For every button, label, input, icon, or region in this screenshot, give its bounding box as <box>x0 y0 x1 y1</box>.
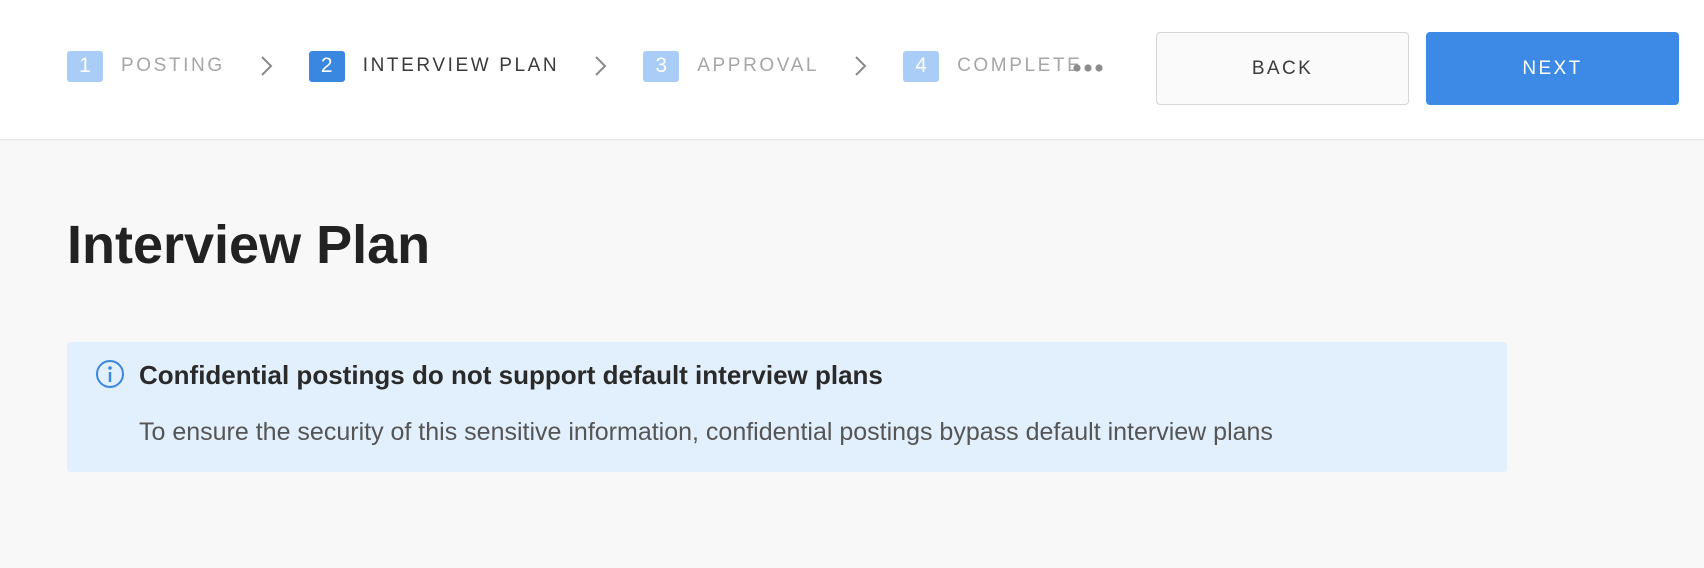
stepper: 1 POSTING 2 INTERVIEW PLAN 3 APPROVAL 4 … <box>67 50 1082 82</box>
step-label: APPROVAL <box>697 55 820 76</box>
chevron-right-icon <box>844 50 878 82</box>
step-label: POSTING <box>121 55 225 76</box>
banner-message: To ensure the security of this sensitive… <box>139 418 1273 446</box>
chevron-right-icon <box>584 50 618 82</box>
step-interview-plan[interactable]: 2 INTERVIEW PLAN <box>308 50 560 82</box>
step-approval[interactable]: 3 APPROVAL <box>643 50 820 82</box>
page-title: Interview Plan <box>67 215 431 275</box>
step-complete[interactable]: 4 COMPLETE <box>903 50 1083 82</box>
step-number: 4 <box>903 50 940 82</box>
info-icon <box>95 359 125 389</box>
step-posting[interactable]: 1 POSTING <box>67 50 225 82</box>
info-banner: Confidential postings do not support def… <box>67 342 1507 472</box>
next-button[interactable]: NEXT <box>1426 32 1679 105</box>
back-button[interactable]: BACK <box>1156 32 1409 105</box>
banner-title: Confidential postings do not support def… <box>139 360 883 390</box>
more-horizontal-icon[interactable] <box>1068 50 1108 86</box>
step-number: 2 <box>308 50 345 82</box>
chevron-right-icon <box>250 50 284 82</box>
step-label: INTERVIEW PLAN <box>362 55 560 76</box>
step-number: 3 <box>643 50 680 82</box>
step-label: COMPLETE <box>957 55 1083 76</box>
top-bar: 1 POSTING 2 INTERVIEW PLAN 3 APPROVAL 4 … <box>0 0 1704 140</box>
step-number: 1 <box>67 50 103 82</box>
